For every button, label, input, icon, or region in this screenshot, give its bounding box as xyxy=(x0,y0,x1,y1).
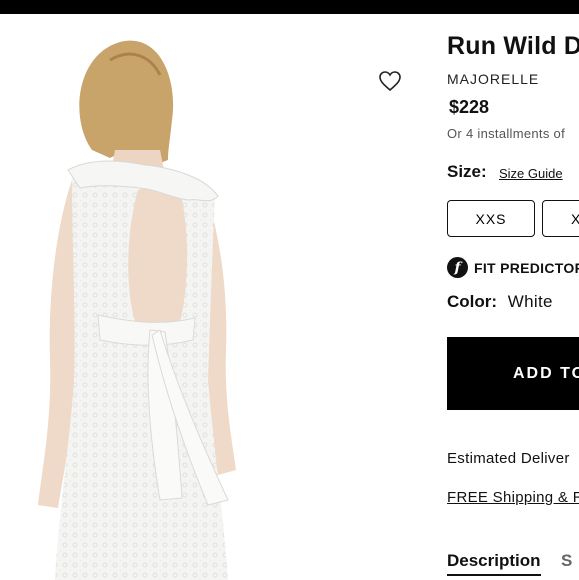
product-price: $228 xyxy=(449,97,490,117)
color-selection: Color: White xyxy=(447,292,553,312)
fit-predictor-logo-icon: f xyxy=(447,257,468,278)
add-to-bag-button[interactable]: ADD TO xyxy=(447,337,579,410)
product-info-panel: Run Wild D MAJORELLE $228 Or 4 installme… xyxy=(447,0,579,580)
size-guide-link[interactable]: Size Guide xyxy=(499,166,563,181)
installments-text: Or 4 installments of xyxy=(447,126,565,141)
size-option-xs[interactable]: X xyxy=(542,200,579,237)
wishlist-heart-icon[interactable] xyxy=(378,70,402,92)
fit-predictor-label: FIT PREDICTOR xyxy=(474,259,579,276)
fit-predictor[interactable]: f FIT PREDICTOR xyxy=(447,257,579,278)
tab-description[interactable]: Description xyxy=(447,551,541,576)
tab-size-fit[interactable]: S xyxy=(561,551,572,574)
detail-tabs: Description S xyxy=(447,551,572,576)
model-photo xyxy=(38,40,236,580)
size-option-xxs[interactable]: XXS xyxy=(447,200,535,237)
product-title: Run Wild D xyxy=(447,32,579,60)
product-image[interactable] xyxy=(0,14,430,580)
free-shipping-link[interactable]: FREE Shipping & R xyxy=(447,489,579,506)
color-label: Color: xyxy=(447,292,498,311)
estimated-delivery-text: Estimated Deliver xyxy=(447,450,570,467)
brand-name[interactable]: MAJORELLE xyxy=(447,71,539,87)
size-label: Size: xyxy=(447,162,487,181)
color-value: White xyxy=(507,292,553,311)
